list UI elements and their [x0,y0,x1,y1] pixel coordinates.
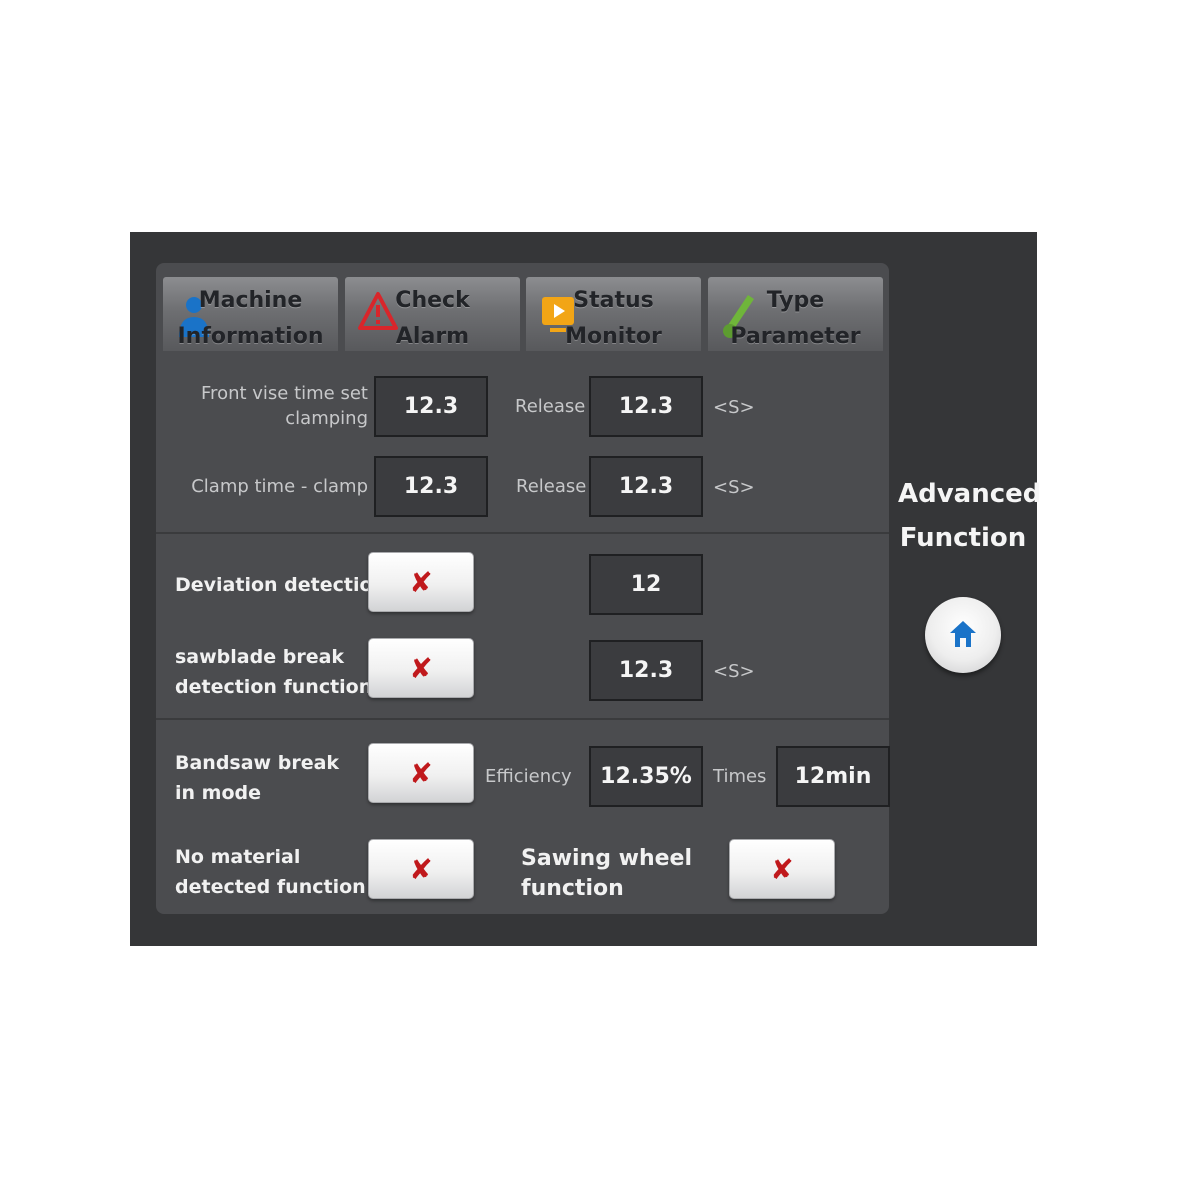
efficiency-label: Efficiency [485,766,572,787]
tab-label-line2: Alarm [395,324,470,349]
efficiency-value[interactable]: 12.35% [589,746,703,807]
tab-label-line1: Machine [198,288,303,313]
sawing-wheel-label-line1: Sawing wheel [521,846,692,871]
no-material-label-line2: detected function [175,876,366,898]
sawblade-value-input[interactable]: 12.3 [589,640,703,701]
no-material-toggle[interactable]: ✘ [368,839,474,899]
off-icon: ✘ [409,756,433,790]
sawblade-break-toggle[interactable]: ✘ [368,638,474,698]
release-label: Release [516,476,587,497]
home-button[interactable] [925,597,1001,673]
bandsaw-label-line2: in mode [175,782,261,804]
bandsaw-label-line1: Bandsaw break [175,752,340,774]
unit-seconds: <S> [713,661,755,682]
no-material-label: No material detected function [175,842,366,902]
sawblade-label-line1: sawblade break [175,646,345,668]
no-material-label-line1: No material [175,846,301,868]
sawing-wheel-label: Sawing wheel function [521,844,692,904]
tab-label-line1: Check [395,288,470,313]
deviation-value-input[interactable]: 12 [589,554,703,615]
tab-label-line1: Status [573,288,654,313]
advanced-function-title: Advanced Function [898,472,1042,560]
deviation-detection-label: Deviation detection [175,574,387,596]
clamp-time-input[interactable]: 12.3 [374,456,488,517]
tab-label-line2: Information [177,324,324,349]
off-icon: ✘ [409,852,433,886]
sawblade-label-line2: detection function [175,676,373,698]
times-value[interactable]: 12min [776,746,890,807]
tab-check-alarm[interactable]: Check Alarm [345,277,520,351]
sawblade-break-label: sawblade break detection function [175,642,372,702]
section-divider [156,532,889,534]
advanced-title-line2: Function [899,523,1027,553]
tab-type-parameter[interactable]: Type Parameter [708,277,883,351]
times-label: Times [713,766,767,787]
off-icon: ✘ [770,852,794,886]
release-label: Release [515,396,586,417]
unit-seconds: <S> [713,477,755,498]
advanced-title-line1: Advanced [898,479,1042,509]
front-vise-label: Front vise time set clamping [170,381,368,431]
clamp-time-label: Clamp time - clamp [191,476,368,497]
home-icon [950,621,976,647]
unit-seconds: <S> [713,397,755,418]
bandsaw-break-label: Bandsaw break in mode [175,748,339,808]
front-vise-clamp-input[interactable]: 12.3 [374,376,488,437]
tab-label-line2: Parameter [730,324,861,349]
off-icon: ✘ [409,651,433,685]
section-divider [156,718,889,720]
sawing-wheel-toggle[interactable]: ✘ [729,839,835,899]
off-icon: ✘ [409,565,433,599]
front-vise-label-line1: Front vise time set [201,383,368,404]
sawing-wheel-label-line2: function [521,876,624,901]
tab-label-line1: Type [766,288,825,313]
deviation-detection-toggle[interactable]: ✘ [368,552,474,612]
tab-machine-information[interactable]: Machine Information [163,277,338,351]
front-vise-release-input[interactable]: 12.3 [589,376,703,437]
tab-label-line2: Monitor [565,324,662,349]
tab-status-monitor[interactable]: Status Monitor [526,277,701,351]
bandsaw-break-toggle[interactable]: ✘ [368,743,474,803]
clamp-time-release-input[interactable]: 12.3 [589,456,703,517]
front-vise-label-line2: clamping [285,408,368,429]
